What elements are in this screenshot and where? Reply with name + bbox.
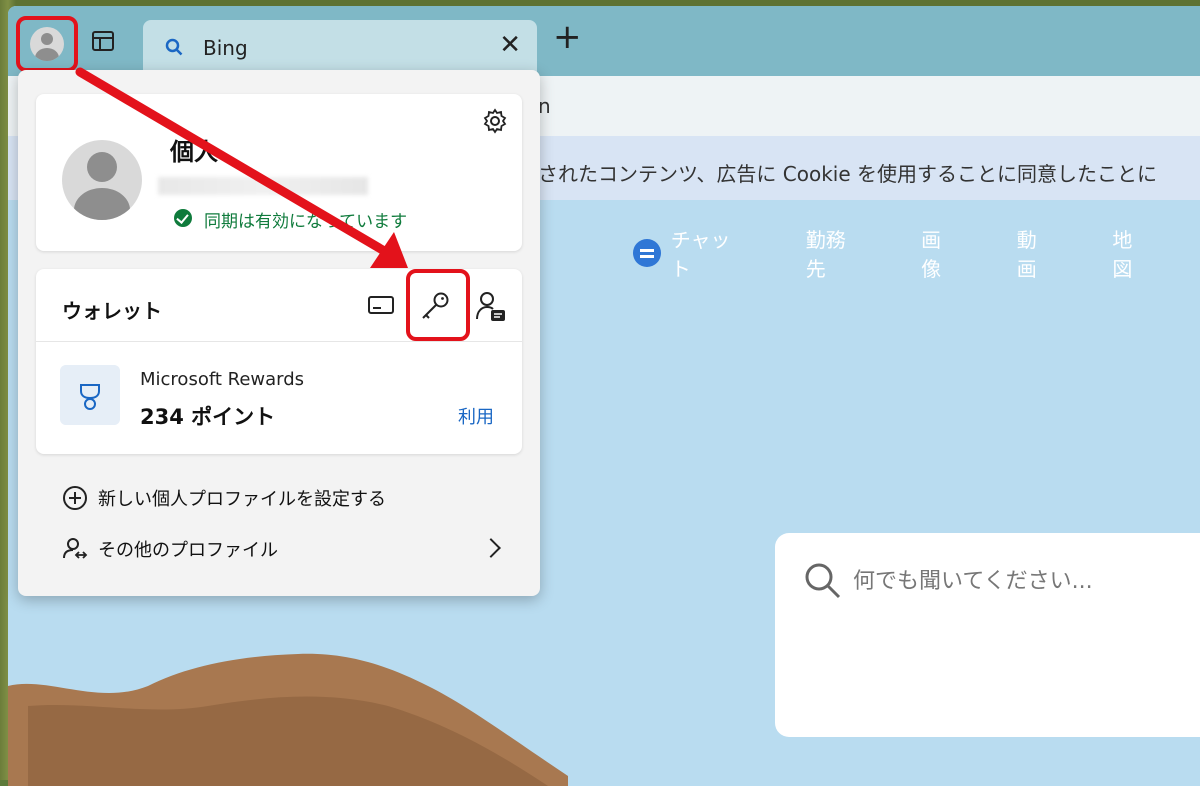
nav-work[interactable]: 勤務先 [806, 224, 865, 282]
switch-profile-icon [63, 538, 88, 559]
divider [36, 341, 522, 342]
avatar [62, 140, 142, 220]
personal-info-icon[interactable] [476, 291, 506, 323]
bing-nav: チャット 勤務先 画像 動画 地図 [633, 224, 1200, 282]
tab-strip: Bing ✕ + [8, 6, 1200, 76]
new-tab-button[interactable]: + [553, 20, 582, 54]
rewards-points: 234 ポイント [140, 405, 276, 429]
trophy-icon [60, 365, 120, 425]
nav-images[interactable]: 画像 [921, 224, 961, 282]
cookie-banner-text: されたコンテンツ、広告に Cookie を使用することに同意したことに [538, 162, 1157, 186]
search-placeholder: 何でも聞いてください... [853, 569, 1093, 594]
profile-card: 個人 同期は有効になっています [36, 94, 522, 251]
tab-title: Bing [203, 36, 248, 60]
rewards-label: Microsoft Rewards [140, 369, 305, 390]
chat-icon [633, 239, 661, 267]
workspaces-icon[interactable] [92, 31, 114, 51]
close-icon[interactable]: ✕ [499, 30, 521, 60]
sync-status: 同期は有効になっています [204, 212, 408, 232]
wallet-title: ウォレット [62, 299, 162, 323]
search-icon [805, 563, 841, 599]
new-profile-label: 新しい個人プロファイルを設定する [98, 489, 386, 510]
key-icon[interactable] [418, 291, 452, 321]
profile-name: 個人 [170, 138, 218, 166]
avatar-icon [30, 27, 64, 61]
wallet-card: ウォレット Microsoft Rewards 234 ポイント 利用 [36, 269, 522, 454]
bing-search-box[interactable]: 何でも聞いてください... [775, 533, 1200, 737]
chevron-right-icon[interactable] [481, 538, 501, 558]
profile-flyout: 個人 同期は有効になっています ウォレット Microsoft Rewards … [18, 70, 540, 596]
search-icon [165, 38, 183, 56]
other-profiles-item[interactable]: その他のプロファイル [62, 536, 278, 562]
rewards-redeem-link[interactable]: 利用 [458, 403, 494, 429]
other-profiles-label: その他のプロファイル [98, 540, 278, 561]
new-profile-item[interactable]: 新しい個人プロファイルを設定する [62, 485, 386, 511]
add-circle-icon [63, 486, 87, 510]
gear-icon[interactable] [482, 108, 508, 134]
credit-card-icon[interactable] [368, 296, 394, 314]
tab-bing[interactable]: Bing ✕ [143, 20, 537, 76]
nav-maps[interactable]: 地図 [1112, 224, 1152, 282]
blurred-email [158, 177, 368, 195]
nav-videos[interactable]: 動画 [1017, 224, 1057, 282]
profile-button[interactable] [16, 16, 78, 72]
nav-chat[interactable]: チャット [671, 224, 750, 282]
check-circle-icon [174, 209, 192, 227]
background-rock-image [8, 653, 568, 786]
